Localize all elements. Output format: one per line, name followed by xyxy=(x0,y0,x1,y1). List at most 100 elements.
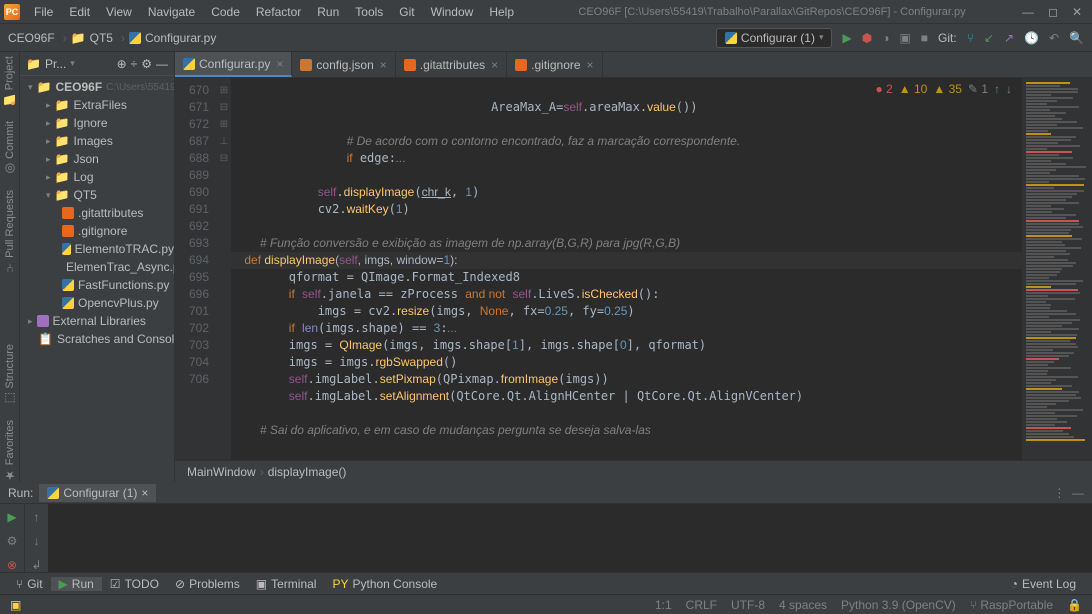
error-indicator-icon[interactable]: ● 2 xyxy=(875,82,892,96)
tree-file[interactable]: FastFunctions.py xyxy=(20,276,174,294)
tree-header[interactable]: 📁 Pr... ▾⊕ ÷ ⚙ — xyxy=(20,52,174,76)
debug-icon[interactable]: ⬢ xyxy=(862,31,872,45)
editor[interactable]: 6706716726876886896906916926936946956967… xyxy=(175,78,1092,460)
tab-close-icon[interactable]: × xyxy=(491,58,498,72)
crumb-project[interactable]: CEO96F xyxy=(8,31,55,45)
git-tool-btn[interactable]: ⑂ Git xyxy=(8,577,51,591)
menu-run[interactable]: Run xyxy=(309,0,347,24)
interpreter[interactable]: Python 3.9 (OpenCV) xyxy=(841,598,956,612)
tree-extlib[interactable]: ▸ External Libraries xyxy=(20,312,174,330)
intentions-icon[interactable]: ▣ xyxy=(10,598,21,612)
git-history-icon[interactable]: 🕓 xyxy=(1024,31,1039,45)
fold-column[interactable]: ⊞⊟⊞⊥⊟ xyxy=(217,78,231,460)
tree-folder[interactable]: ▸📁 Log xyxy=(20,168,174,186)
git-branch-icon[interactable]: ⑂ xyxy=(967,31,974,45)
editor-breadcrumb[interactable]: MainWindow › displayImage() xyxy=(175,460,1092,482)
maximize-icon[interactable]: ◻ xyxy=(1048,5,1058,19)
tab-configurar[interactable]: Configurar.py× xyxy=(175,52,292,77)
tab-gitignore[interactable]: .gitignore× xyxy=(507,52,602,77)
tab-close-icon[interactable]: × xyxy=(587,58,594,72)
tree-file[interactable]: .gitignore xyxy=(20,222,174,240)
todo-tool-btn[interactable]: ☑ TODO xyxy=(102,577,167,591)
terminal-tool-btn[interactable]: ▣ Terminal xyxy=(248,577,325,591)
commit-tool-btn[interactable]: ◎Commit xyxy=(4,121,16,176)
tab-config-json[interactable]: config.json× xyxy=(292,52,395,77)
tree-file[interactable]: .gitattributes xyxy=(20,204,174,222)
menu-tools[interactable]: Tools xyxy=(347,0,391,24)
warning-indicator-icon[interactable]: ▲ 10 xyxy=(899,82,928,96)
code-content[interactable]: AreaMax_A=self.areaMax.value()) # De aco… xyxy=(231,78,1022,460)
tree-file[interactable]: ElemenTrac_Async.py xyxy=(20,258,174,276)
tree-hide-icon[interactable]: — xyxy=(156,57,168,71)
nav-up-icon[interactable]: ↑ xyxy=(994,82,1000,96)
weak-warning-indicator-icon[interactable]: ▲ 35 xyxy=(933,82,962,96)
tab-close-icon[interactable]: × xyxy=(141,486,148,500)
line-sep[interactable]: CRLF xyxy=(686,598,717,612)
menu-window[interactable]: Window xyxy=(423,0,482,24)
git-branch[interactable]: ⑂ RaspPortable xyxy=(970,598,1053,612)
run-output[interactable] xyxy=(48,504,1092,572)
inspection-indicators[interactable]: ● 2 ▲ 10 ▲ 35 ✎ 1 ↑ ↓ xyxy=(875,82,1012,96)
step-down-icon[interactable]: ↓ xyxy=(34,534,40,548)
problems-tool-btn[interactable]: ⊘ Problems xyxy=(167,577,248,591)
menu-file[interactable]: File xyxy=(26,0,61,24)
tree-folder[interactable]: ▸📁 ExtraFiles xyxy=(20,96,174,114)
structure-tool-btn[interactable]: ⬚Structure xyxy=(4,344,16,406)
close-icon[interactable]: ✕ xyxy=(1072,5,1082,19)
crumb-file[interactable]: Configurar.py xyxy=(129,31,216,45)
tab-gitattributes[interactable]: .gitattributes× xyxy=(396,52,507,77)
git-revert-icon[interactable]: ↶ xyxy=(1049,31,1059,45)
tree-gear-icon[interactable]: ⚙ xyxy=(141,57,152,71)
indent[interactable]: 4 spaces xyxy=(779,598,827,612)
run-more-icon[interactable]: ⋮ xyxy=(1053,486,1065,500)
git-push-icon[interactable]: ↗ xyxy=(1004,31,1014,45)
typo-indicator-icon[interactable]: ✎ 1 xyxy=(968,82,988,96)
menu-view[interactable]: View xyxy=(98,0,140,24)
menu-edit[interactable]: Edit xyxy=(61,0,98,24)
caret-position[interactable]: 1:1 xyxy=(655,598,672,612)
tree-expand-icon[interactable]: ÷ xyxy=(131,57,138,71)
tab-close-icon[interactable]: × xyxy=(276,57,283,71)
wrap-icon[interactable]: ↲ xyxy=(31,558,41,572)
favorites-tool-btn[interactable]: ★Favorites xyxy=(4,420,16,482)
pullreq-tool-btn[interactable]: ⑂Pull Requests xyxy=(4,190,16,275)
crumb-folder[interactable]: 📁QT5 xyxy=(71,31,113,45)
menu-code[interactable]: Code xyxy=(203,0,248,24)
run-config-selector[interactable]: Configurar (1) ▾ xyxy=(716,28,833,48)
menu-refactor[interactable]: Refactor xyxy=(248,0,309,24)
profile-icon[interactable]: ▣ xyxy=(899,31,910,45)
run-tab[interactable]: Configurar (1) × xyxy=(39,484,156,502)
project-tool-btn[interactable]: 📁Project xyxy=(2,56,17,107)
search-everywhere-icon[interactable]: 🔍 xyxy=(1069,31,1084,45)
step-up-icon[interactable]: ↑ xyxy=(34,510,40,524)
pyconsole-tool-btn[interactable]: PY Python Console xyxy=(324,577,445,591)
rerun-icon[interactable]: ▶ xyxy=(7,510,16,524)
tab-close-icon[interactable]: × xyxy=(380,58,387,72)
tree-file[interactable]: ElementoTRAC.py xyxy=(20,240,174,258)
stop-icon[interactable]: ■ xyxy=(921,31,928,45)
tree-folder-open[interactable]: ▾📁 QT5 xyxy=(20,186,174,204)
tree-file[interactable]: OpencvPlus.py xyxy=(20,294,174,312)
run-close-icon[interactable]: ⊗ xyxy=(7,558,17,572)
run-icon[interactable]: ▶ xyxy=(842,31,851,45)
lock-icon[interactable]: 🔒 xyxy=(1067,598,1082,612)
tree-scratches[interactable]: 📋 Scratches and Consoles xyxy=(20,330,174,348)
run-settings-icon[interactable]: ⚙ xyxy=(7,534,18,548)
run-hide-icon[interactable]: — xyxy=(1072,486,1084,500)
menu-help[interactable]: Help xyxy=(481,0,522,24)
tree-folder[interactable]: ▸📁 Images xyxy=(20,132,174,150)
coverage-icon[interactable]: ◑ xyxy=(882,31,889,45)
nav-down-icon[interactable]: ↓ xyxy=(1006,82,1012,96)
encoding[interactable]: UTF-8 xyxy=(731,598,765,612)
minimize-icon[interactable]: — xyxy=(1022,5,1034,19)
menu-navigate[interactable]: Navigate xyxy=(140,0,203,24)
minimap[interactable] xyxy=(1022,78,1092,460)
tree-collapse-icon[interactable]: ⊕ xyxy=(117,57,127,71)
tree-folder[interactable]: ▸📁 Ignore xyxy=(20,114,174,132)
tree-folder[interactable]: ▸📁 Json xyxy=(20,150,174,168)
menu-git[interactable]: Git xyxy=(391,0,422,24)
run-tool-btn[interactable]: ▶ Run xyxy=(51,577,102,591)
git-update-icon[interactable]: ↙ xyxy=(984,31,994,45)
tree-root[interactable]: ▾📁 CEO96F C:\Users\55419\Tra xyxy=(20,78,174,96)
eventlog-btn[interactable]: ◔ Event Log xyxy=(1003,577,1084,591)
